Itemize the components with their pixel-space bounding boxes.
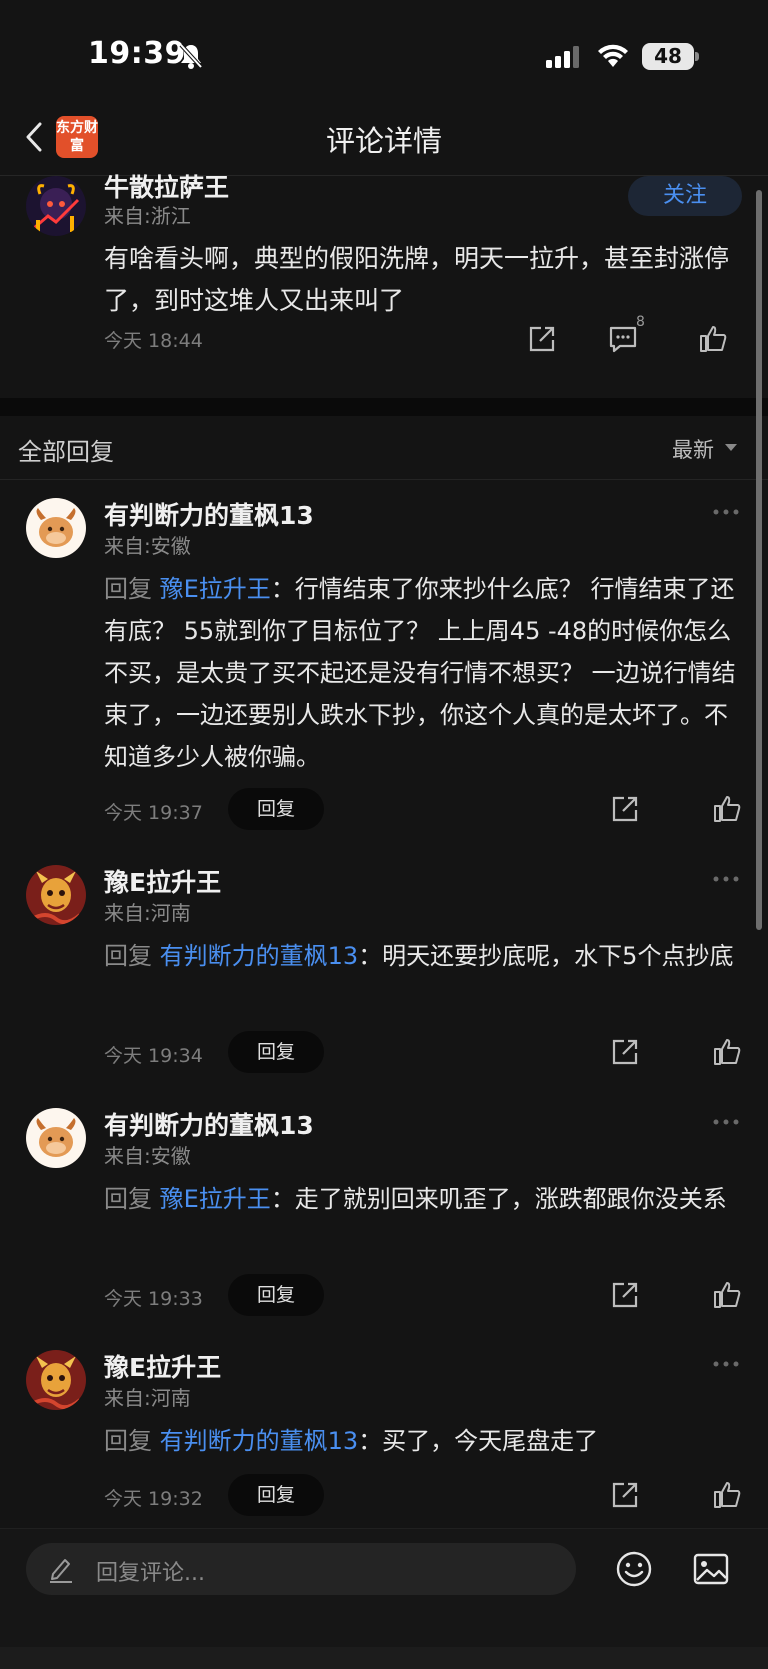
username[interactable]: 有判断力的董枫13 — [104, 496, 314, 532]
more-icon[interactable] — [712, 508, 740, 516]
avatar[interactable] — [26, 176, 86, 236]
battery-indicator: 48 — [642, 43, 699, 70]
more-icon[interactable] — [712, 1360, 740, 1368]
reply-item: 有判断力的董枫13 来自:安徽 回复 豫E拉升王：行情结束了你来抄什么底？ 行情… — [0, 498, 768, 830]
image-icon[interactable] — [692, 1551, 730, 1587]
share-icon[interactable] — [610, 794, 640, 824]
location: 来自:河南 — [104, 901, 191, 925]
reply-time: 今天 19:37 — [104, 802, 203, 824]
signal-icon — [546, 46, 579, 68]
reply-content: ：明天还要抄底呢，水下5个点抄底 — [358, 942, 734, 970]
reply-text: 回复 豫E拉升王：行情结束了你来抄什么底？ 行情结束了还有底？ 55就到你了目标… — [104, 568, 744, 778]
reply-prefix: 回复 — [104, 1427, 152, 1455]
main-comment: 牛散拉萨王 来自:浙江 关注 有啥看头啊，典型的假阳洗牌，明天一拉升，甚至封涨停… — [0, 173, 768, 398]
pencil-icon — [50, 1559, 72, 1583]
avatar[interactable] — [26, 1108, 86, 1168]
sort-selector[interactable]: 最新 — [672, 434, 714, 464]
like-icon[interactable] — [712, 1280, 742, 1310]
comment-count: 8 — [636, 314, 645, 330]
status-bar: 19:39 48 — [0, 0, 768, 100]
comment-icon[interactable] — [608, 324, 638, 354]
username[interactable]: 有判断力的董枫13 — [104, 1106, 314, 1142]
reply-prefix: 回复 — [104, 1185, 152, 1213]
username[interactable]: 牛散拉萨王 — [104, 168, 229, 204]
share-icon[interactable] — [610, 1037, 640, 1067]
like-icon[interactable] — [712, 1480, 742, 1510]
comment-time: 今天 18:44 — [104, 330, 203, 352]
replies-header: 全部回复 最新 — [0, 416, 768, 480]
emoji-icon[interactable] — [614, 1549, 654, 1589]
bull-avatar-icon — [26, 176, 86, 236]
caret-down-icon[interactable] — [725, 444, 737, 451]
reply-prefix: 回复 — [104, 942, 152, 970]
reply-input[interactable]: 回复评论... — [26, 1543, 576, 1595]
reply-time: 今天 19:34 — [104, 1045, 203, 1067]
reply-item: 豫E拉升王 来自:河南 回复 有判断力的董枫13：明天还要抄底呢，水下5个点抄底… — [0, 863, 768, 1073]
avatar[interactable] — [26, 1350, 86, 1410]
cow-avatar-icon — [26, 1108, 86, 1168]
reply-content: ：行情结束了你来抄什么底？ 行情结束了还有底？ 55就到你了目标位了？ 上上周4… — [104, 575, 736, 771]
location: 来自:安徽 — [104, 1144, 191, 1168]
reply-time: 今天 19:33 — [104, 1288, 203, 1310]
reply-target-user[interactable]: 有判断力的董枫13 — [160, 1427, 359, 1455]
reply-text: 回复 有判断力的董枫13：明天还要抄底呢，水下5个点抄底 — [104, 935, 744, 977]
reply-target-user[interactable]: 豫E拉升王 — [160, 1185, 271, 1213]
reply-button[interactable]: 回复 — [228, 1031, 324, 1073]
share-icon[interactable] — [610, 1280, 640, 1310]
avatar[interactable] — [26, 865, 86, 925]
avatar[interactable] — [26, 498, 86, 558]
location: 来自:安徽 — [104, 534, 191, 558]
reply-target-user[interactable]: 豫E拉升王 — [160, 575, 271, 603]
dragon-avatar-icon — [26, 1350, 86, 1410]
comment-text: 有啥看头啊，典型的假阳洗牌，明天一拉升，甚至封涨停了，到时这堆人又出来叫了 — [104, 244, 730, 315]
username[interactable]: 豫E拉升王 — [104, 1348, 221, 1384]
reply-item: 豫E拉升王 来自:河南 回复 有判断力的董枫13：买了，今天尾盘走了 今天 19… — [0, 1350, 768, 1520]
share-icon[interactable] — [610, 1480, 640, 1510]
location: 来自:浙江 — [104, 204, 191, 228]
reply-time: 今天 19:32 — [104, 1488, 203, 1510]
like-icon[interactable] — [712, 1037, 742, 1067]
reply-content: ：走了就别回来叽歪了，涨跌都跟你没关系 — [270, 1185, 727, 1213]
dragon-avatar-icon — [26, 865, 86, 925]
reply-prefix: 回复 — [104, 575, 152, 603]
page-title: 评论详情 — [325, 124, 442, 158]
reply-item: 有判断力的董枫13 来自:安徽 回复 豫E拉升王：走了就别回来叽歪了，涨跌都跟你… — [0, 1106, 768, 1316]
like-icon[interactable] — [698, 324, 728, 354]
scrollbar[interactable] — [756, 190, 762, 930]
cow-avatar-icon — [26, 498, 86, 558]
status-time: 19:39 — [88, 36, 186, 71]
reply-text: 回复 豫E拉升王：走了就别回来叽歪了，涨跌都跟你没关系 — [104, 1178, 744, 1220]
reply-content: ：买了，今天尾盘走了 — [358, 1427, 599, 1455]
reply-button[interactable]: 回复 — [228, 1274, 324, 1316]
reply-text: 回复 有判断力的董枫13：买了，今天尾盘走了 — [104, 1420, 744, 1462]
nav-bar: 东方财富 评论详情 — [0, 100, 768, 176]
reply-button[interactable]: 回复 — [228, 1474, 324, 1516]
battery-level: 48 — [654, 44, 682, 68]
home-indicator — [0, 1647, 768, 1669]
replies-title: 全部回复 — [18, 438, 114, 466]
reply-button[interactable]: 回复 — [228, 788, 324, 830]
follow-button[interactable]: 关注 — [628, 176, 742, 216]
more-icon[interactable] — [712, 1118, 740, 1126]
wifi-icon — [598, 44, 628, 67]
bell-muted-icon — [179, 43, 203, 69]
like-icon[interactable] — [712, 794, 742, 824]
reply-target-user[interactable]: 有判断力的董枫13 — [160, 942, 359, 970]
location: 来自:河南 — [104, 1386, 191, 1410]
bottom-bar: 回复评论... — [0, 1528, 768, 1669]
more-icon[interactable] — [712, 875, 740, 883]
reply-input-placeholder: 回复评论... — [96, 1561, 205, 1586]
share-icon[interactable] — [527, 324, 557, 354]
section-divider — [0, 398, 768, 416]
username[interactable]: 豫E拉升王 — [104, 863, 221, 899]
